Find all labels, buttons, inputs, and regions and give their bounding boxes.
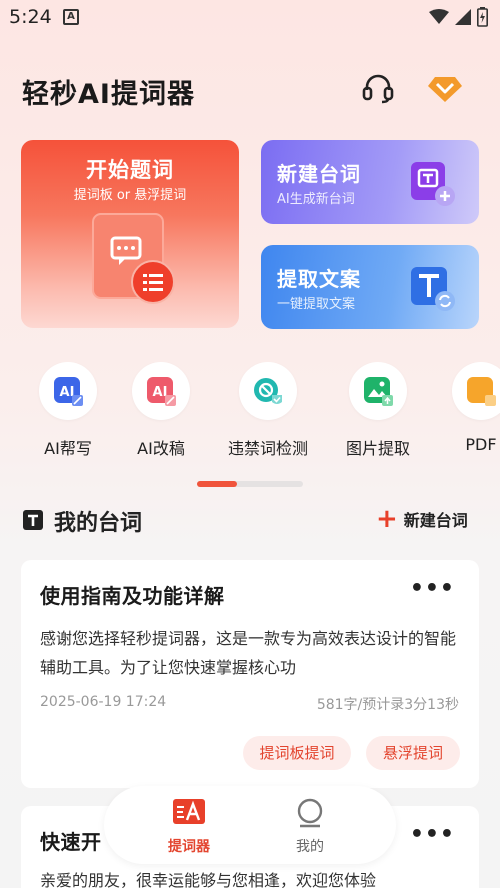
new-document-icon [411, 162, 455, 206]
tool-forbidden-word-check[interactable]: 违禁词检测 [218, 362, 318, 459]
start-prompting-card[interactable]: 开始题词 提词板 or 悬浮提词 [21, 140, 239, 328]
my-scripts-title: 我的台词 [54, 511, 143, 536]
plus-icon: + [376, 504, 398, 534]
tool-label: AI改稿 [137, 439, 185, 458]
ai-write-icon: AI [54, 377, 83, 406]
nav-label: 我的 [296, 839, 324, 855]
script-stats: 581字/预计录3分13秒 [316, 697, 459, 713]
status-time: 5:24 [9, 6, 52, 28]
teleprompter-nav-icon [173, 799, 205, 824]
new-script-title: 新建台词 [277, 162, 361, 186]
tools-scroll-thumb [197, 481, 237, 487]
ai-edit-icon: AI [147, 377, 176, 406]
extract-text-icon [411, 267, 455, 311]
headset-icon[interactable] [360, 70, 396, 106]
bottom-nav: 提词器 我的 [104, 786, 396, 864]
image-extract-icon [364, 377, 393, 406]
nav-teleprompter[interactable]: 提词器 [149, 798, 229, 856]
diamond-icon[interactable] [426, 70, 464, 106]
tool-ai-write[interactable]: AI AI帮写 [18, 362, 118, 459]
new-script-button[interactable]: + 新建台词 [376, 506, 468, 532]
tool-ai-edit[interactable]: AI AI改稿 [111, 362, 211, 459]
signal-icon [455, 9, 471, 25]
wifi-icon [429, 9, 449, 24]
extract-text-card[interactable]: 提取文案 一键提取文案 [261, 245, 479, 329]
start-card-title: 开始题词 [86, 158, 174, 182]
script-date: 2025-06-19 17:24 [40, 694, 167, 710]
status-icons [429, 6, 488, 28]
status-bar: 5:24 A [0, 0, 500, 34]
tools-scroll-indicator [197, 481, 303, 487]
tools-row[interactable]: AI AI帮写 AI AI改稿 违禁词检测 图片提取 PDF [0, 362, 500, 462]
extract-subtitle: 一键提取文案 [277, 297, 356, 312]
forbidden-word-check-icon [254, 378, 282, 404]
new-script-subtitle: AI生成新台词 [277, 192, 355, 207]
app-title: 轻秒AI提词器 [22, 79, 195, 110]
nav-mine[interactable]: 我的 [270, 798, 350, 856]
tool-image-extract[interactable]: 图片提取 [328, 362, 428, 459]
nav-label: 提词器 [168, 839, 210, 855]
battery-icon [477, 7, 488, 27]
script-preview: 亲爱的朋友，很幸运能够与您相逢，欢迎您体验 [40, 871, 377, 888]
script-preview: 感谢您选择轻秒提词器，这是一款专为高效表达设计的智能辅助工具。为了让您快速掌握核… [40, 629, 457, 677]
start-card-subtitle: 提词板 or 悬浮提词 [73, 188, 187, 203]
new-script-label: 新建台词 [403, 511, 468, 530]
tool-label: 违禁词检测 [227, 439, 308, 458]
floating-prompt-button[interactable]: 悬浮提词 [366, 736, 460, 770]
tool-label: AI帮写 [44, 439, 92, 458]
tool-pdf-extract[interactable]: PDF [431, 362, 500, 454]
new-script-card[interactable]: 新建台词 AI生成新台词 [261, 140, 479, 224]
board-prompt-button[interactable]: 提词板提词 [243, 736, 351, 770]
profile-icon [297, 798, 323, 828]
more-options-icon[interactable]: ••• [410, 824, 455, 846]
extract-title: 提取文案 [277, 267, 361, 291]
notification-a-icon: A [63, 9, 79, 25]
script-title: 快速开 [40, 830, 102, 854]
tool-label: PDF [465, 435, 497, 454]
more-options-icon[interactable]: ••• [410, 578, 455, 600]
script-t-icon [23, 510, 43, 530]
script-title: 使用指南及功能详解 [40, 584, 225, 608]
pdf-extract-icon [467, 377, 496, 406]
script-card[interactable]: 使用指南及功能详解 ••• 感谢您选择轻秒提词器，这是一款专为高效表达设计的智能… [21, 560, 479, 788]
tool-label: 图片提取 [345, 439, 410, 458]
teleprompter-document-icon [92, 213, 175, 304]
